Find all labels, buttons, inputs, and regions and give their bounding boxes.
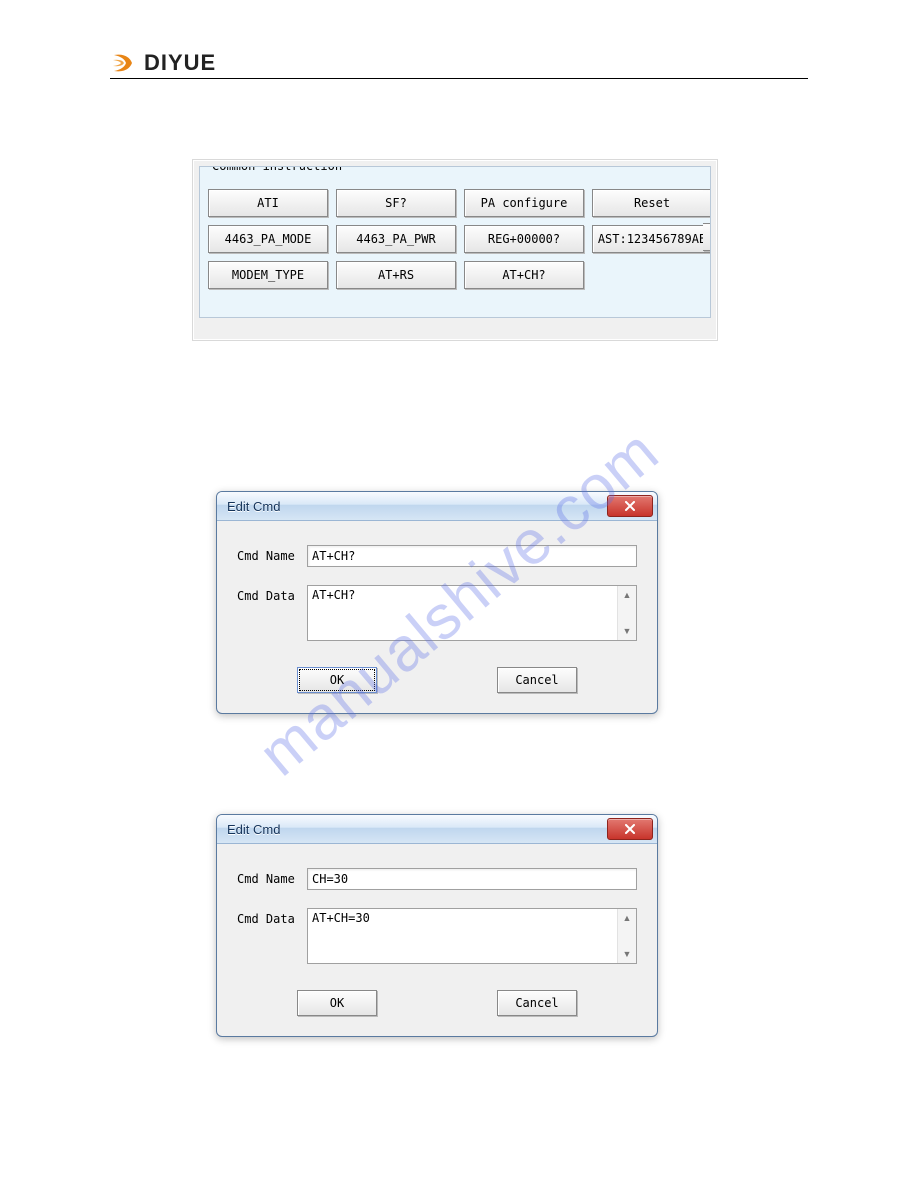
cmd-button-pa-configure[interactable]: PA configure [464,189,584,217]
scroll-down-icon[interactable]: ▼ [618,945,636,963]
cmd-button-sf[interactable]: SF? [336,189,456,217]
cmd-button-4463-pa-pwr[interactable]: 4463_PA_PWR [336,225,456,253]
edit-cmd-dialog: Edit Cmd Cmd Name Cmd Data AT+CH? ▲ [216,491,658,714]
brand-name: DIYUE [144,50,216,76]
dialog-title: Edit Cmd [227,822,280,837]
cmd-button-modem-type[interactable]: MODEM_TYPE [208,261,328,289]
close-button[interactable] [607,495,653,517]
edit-cmd-dialog: Edit Cmd Cmd Name Cmd Data AT+CH=30 [216,814,658,1037]
cmd-data-value: AT+CH? [308,586,617,640]
cancel-button[interactable]: Cancel [497,667,577,693]
cmd-name-input[interactable] [307,868,637,890]
cmd-data-value: AT+CH=30 [308,909,617,963]
close-icon [624,501,636,511]
cmd-data-label: Cmd Data [237,908,307,926]
brand-logo-icon [110,51,138,75]
common-instruction-groupbox: Common instruction ATI SF? PA configure … [199,166,711,318]
ok-button[interactable]: OK [297,667,377,693]
dialog-titlebar[interactable]: Edit Cmd [217,492,657,521]
close-icon [624,824,636,834]
dialog-title: Edit Cmd [227,499,280,514]
cmd-button-reg-00000[interactable]: REG+00000? [464,225,584,253]
cmd-button-at-rs[interactable]: AT+RS [336,261,456,289]
cmd-button-reset[interactable]: Reset [592,189,711,217]
cmd-name-label: Cmd Name [237,545,307,563]
cmd-data-label: Cmd Data [237,585,307,603]
cancel-button[interactable]: Cancel [497,990,577,1016]
close-button[interactable] [607,818,653,840]
common-instruction-panel: Common instruction ATI SF? PA configure … [192,159,718,341]
dialog-titlebar[interactable]: Edit Cmd [217,815,657,844]
cmd-button-at-ch[interactable]: AT+CH? [464,261,584,289]
brand-logo: DIYUE [110,50,808,76]
cmd-button-ast[interactable]: AST:123456789AB [592,225,711,253]
cmd-data-textarea[interactable]: AT+CH=30 ▲ ▼ [307,908,637,964]
cmd-name-label: Cmd Name [237,868,307,886]
page-header: DIYUE [110,50,808,79]
scroll-down-icon[interactable]: ▼ [618,622,636,640]
groupbox-legend: Common instruction [208,166,346,173]
textarea-scrollbar[interactable]: ▲ ▼ [617,586,636,640]
textarea-scrollbar[interactable]: ▲ ▼ [617,909,636,963]
cmd-data-textarea[interactable]: AT+CH? ▲ ▼ [307,585,637,641]
cmd-button-4463-pa-mode[interactable]: 4463_PA_MODE [208,225,328,253]
clipped-button-edge [703,223,711,251]
cmd-button-ati[interactable]: ATI [208,189,328,217]
clipped-button-edge [703,189,711,217]
scroll-up-icon[interactable]: ▲ [618,586,636,604]
cmd-name-input[interactable] [307,545,637,567]
ok-button[interactable]: OK [297,990,377,1016]
scroll-up-icon[interactable]: ▲ [618,909,636,927]
